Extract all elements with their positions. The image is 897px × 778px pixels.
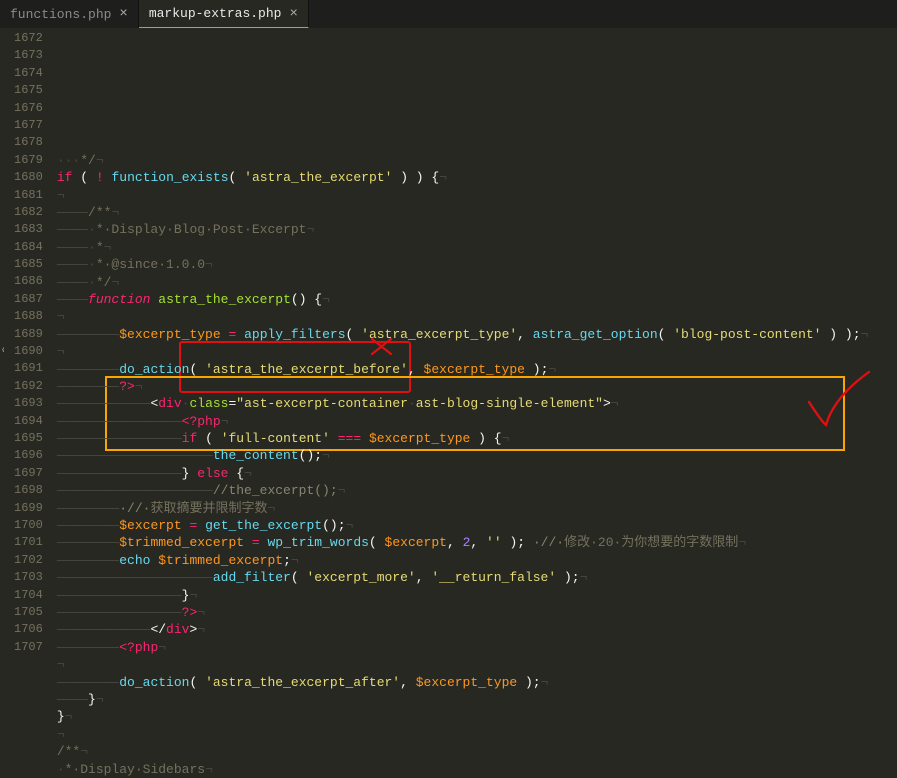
line-number: 1696 bbox=[14, 447, 43, 464]
line-number: 1672 bbox=[14, 30, 43, 47]
line-number: 1704 bbox=[14, 587, 43, 604]
code-line[interactable]: ————function astra_the_excerpt() {¬ bbox=[57, 291, 869, 308]
line-number: 1699 bbox=[14, 500, 43, 517]
line-number: 1690 bbox=[14, 343, 43, 360]
line-number: 1682 bbox=[14, 204, 43, 221]
code-line[interactable]: ¬ bbox=[57, 656, 869, 673]
line-number: 1706 bbox=[14, 621, 43, 638]
line-number: 1673 bbox=[14, 47, 43, 64]
code-line[interactable]: ————————do_action( 'astra_the_excerpt_be… bbox=[57, 361, 869, 378]
code-line[interactable]: ————·*/¬ bbox=[57, 274, 869, 291]
line-number: 1680 bbox=[14, 169, 43, 186]
line-number: 1686 bbox=[14, 273, 43, 290]
line-number: 1692 bbox=[14, 378, 43, 395]
code-line[interactable]: ¬ bbox=[57, 726, 869, 743]
code-line[interactable]: ————————————————————add_filter( 'excerpt… bbox=[57, 569, 869, 586]
line-number: 1684 bbox=[14, 239, 43, 256]
line-number-gutter: › 16721673167416751676167716781679168016… bbox=[0, 28, 49, 639]
line-number: 1679 bbox=[14, 152, 43, 169]
line-number: 1698 bbox=[14, 482, 43, 499]
code-line[interactable]: ————————————————if ( 'full-content' === … bbox=[57, 430, 869, 447]
line-number: 1689 bbox=[14, 326, 43, 343]
line-number: 1707 bbox=[14, 639, 43, 656]
line-number: 1683 bbox=[14, 221, 43, 238]
code-line[interactable]: ————————$excerpt_type = apply_filters( '… bbox=[57, 326, 869, 343]
code-line[interactable]: ————————<?php¬ bbox=[57, 639, 869, 656]
code-line[interactable]: ¬ bbox=[57, 187, 869, 204]
code-line[interactable]: }¬ bbox=[57, 708, 869, 725]
code-line[interactable]: ·*·Display·Sidebars¬ bbox=[57, 761, 869, 778]
code-line[interactable]: ¬ bbox=[57, 343, 869, 360]
tab-functions[interactable]: functions.php × bbox=[0, 0, 139, 28]
code-line[interactable]: if ( ! function_exists( 'astra_the_excer… bbox=[57, 169, 869, 186]
fold-arrow-icon[interactable]: › bbox=[1, 339, 5, 356]
code-line[interactable]: ————————————<div·class="ast-excerpt-cont… bbox=[57, 395, 869, 412]
line-number: 1675 bbox=[14, 82, 43, 99]
line-number: 1701 bbox=[14, 534, 43, 551]
line-number: 1695 bbox=[14, 430, 43, 447]
code-line[interactable]: ————————$trimmed_excerpt = wp_trim_words… bbox=[57, 534, 869, 551]
code-line[interactable]: ————————·//·获取摘要并限制字数¬ bbox=[57, 500, 869, 517]
line-number: 1674 bbox=[14, 65, 43, 82]
code-line[interactable]: ···*/¬ bbox=[57, 152, 869, 169]
close-icon[interactable]: × bbox=[119, 6, 127, 22]
tab-label: functions.php bbox=[10, 7, 111, 22]
code-line[interactable]: ¬ bbox=[57, 308, 869, 325]
code-line[interactable]: ————————————————————//the_excerpt();¬ bbox=[57, 482, 869, 499]
code-line[interactable]: /**¬ bbox=[57, 743, 869, 760]
line-number: 1676 bbox=[14, 100, 43, 117]
line-number: 1681 bbox=[14, 187, 43, 204]
code-line[interactable]: ————·*¬ bbox=[57, 239, 869, 256]
code-line[interactable]: ————————————————<?php¬ bbox=[57, 413, 869, 430]
code-line[interactable]: ————————$excerpt = get_the_excerpt();¬ bbox=[57, 517, 869, 534]
code-line[interactable]: ————}¬ bbox=[57, 691, 869, 708]
code-line[interactable]: ————/**¬ bbox=[57, 204, 869, 221]
line-number: 1694 bbox=[14, 413, 43, 430]
code-area[interactable]: ···*/¬if ( ! function_exists( 'astra_the… bbox=[49, 28, 869, 639]
line-number: 1702 bbox=[14, 552, 43, 569]
code-line[interactable]: ————————do_action( 'astra_the_excerpt_af… bbox=[57, 674, 869, 691]
line-number: 1677 bbox=[14, 117, 43, 134]
tab-bar: functions.php × markup-extras.php × bbox=[0, 0, 897, 28]
code-line[interactable]: ————·*·@since·1.0.0¬ bbox=[57, 256, 869, 273]
line-number: 1705 bbox=[14, 604, 43, 621]
line-number: 1687 bbox=[14, 291, 43, 308]
line-number: 1700 bbox=[14, 517, 43, 534]
code-line[interactable]: ————————————————}¬ bbox=[57, 587, 869, 604]
line-number: 1697 bbox=[14, 465, 43, 482]
line-number: 1688 bbox=[14, 308, 43, 325]
code-line[interactable]: ————————————————} else {¬ bbox=[57, 465, 869, 482]
line-number: 1703 bbox=[14, 569, 43, 586]
line-number: 1685 bbox=[14, 256, 43, 273]
code-line[interactable]: ————————?>¬ bbox=[57, 378, 869, 395]
code-line[interactable]: ————————————</div>¬ bbox=[57, 621, 869, 638]
line-number: 1678 bbox=[14, 134, 43, 151]
line-number: 1691 bbox=[14, 360, 43, 377]
code-line[interactable]: ————————————————————the_content();¬ bbox=[57, 447, 869, 464]
tab-markup-extras[interactable]: markup-extras.php × bbox=[139, 0, 309, 28]
tab-label: markup-extras.php bbox=[149, 6, 282, 21]
close-icon[interactable]: × bbox=[289, 6, 297, 22]
code-line[interactable]: ————————echo $trimmed_excerpt;¬ bbox=[57, 552, 869, 569]
editor[interactable]: › 16721673167416751676167716781679168016… bbox=[0, 28, 897, 639]
code-line[interactable]: ————————————————?>¬ bbox=[57, 604, 869, 621]
code-line[interactable]: ————·*·Display·Blog·Post·Excerpt¬ bbox=[57, 221, 869, 238]
line-number: 1693 bbox=[14, 395, 43, 412]
